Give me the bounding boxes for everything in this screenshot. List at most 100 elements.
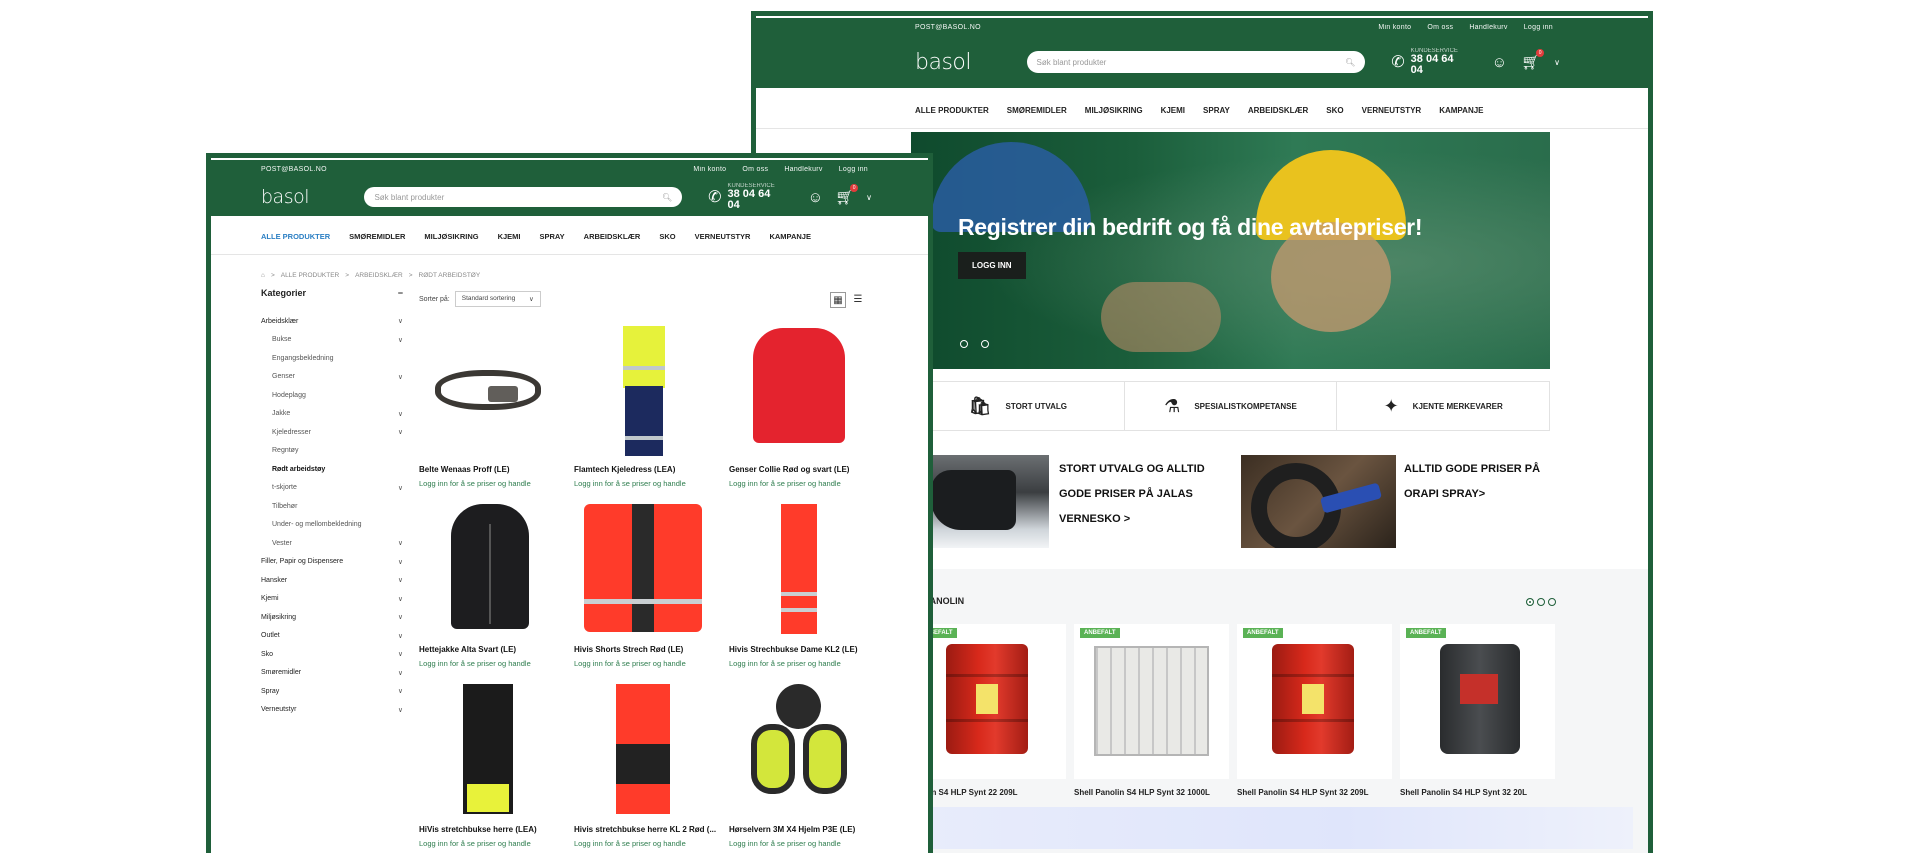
- product-image[interactable]: [568, 678, 718, 818]
- customer-service[interactable]: ✆ KUNDESERVICE 38 04 64 04: [1391, 48, 1468, 76]
- promo-jalas[interactable]: STORT UTVALG OG ALLTID GODE PRISER PÅ JA…: [911, 455, 1214, 548]
- nav-spray[interactable]: SPRAY: [1203, 106, 1230, 115]
- product-name[interactable]: Genser Collie Rød og svart (LE): [729, 465, 849, 474]
- product-card[interactable]: Genser Collie Rød og svart (LE) Logg inn…: [723, 318, 873, 488]
- chevron-down-icon[interactable]: ∨: [398, 576, 403, 584]
- nav-campaign[interactable]: KAMPANJE: [769, 232, 811, 241]
- product-name[interactable]: Hettejakke Alta Svart (LE): [419, 645, 516, 654]
- nav-chemicals[interactable]: KJEMI: [498, 232, 521, 241]
- collapse-icon[interactable]: −: [398, 288, 403, 298]
- product-name[interactable]: Belte Wenaas Proff (LE): [419, 465, 510, 474]
- login-price-link[interactable]: Logg inn for å se priser og handle: [729, 479, 841, 488]
- product-card[interactable]: Flamtech Kjeledress (LEA) Logg inn for å…: [568, 318, 718, 488]
- about-link[interactable]: Om oss: [1427, 24, 1453, 31]
- product-card[interactable]: ANBEFALT Shell Panolin S4 HLP Synt 32 10…: [1074, 624, 1229, 797]
- site-logo[interactable]: basol: [915, 50, 1027, 75]
- sidebar-category[interactable]: Tilbehør: [261, 497, 403, 516]
- breadcrumb-item[interactable]: ALLE PRODUKTER: [281, 272, 340, 279]
- nav-lubricants[interactable]: SMØREMIDLER: [349, 232, 405, 241]
- sidebar-category[interactable]: Filler, Papir og Dispensere ∨: [261, 553, 403, 572]
- chevron-down-icon[interactable]: ∨: [398, 687, 403, 695]
- user-icon[interactable]: ☺︎: [1492, 54, 1507, 71]
- hero-login-button[interactable]: LOGG INN: [958, 252, 1026, 279]
- nav-protective[interactable]: VERNEUTSTYR: [695, 232, 751, 241]
- chevron-down-icon[interactable]: ∨: [398, 428, 403, 436]
- product-name[interactable]: Hørselvern 3M X4 Hjelm P3E (LE): [729, 825, 855, 834]
- contact-email[interactable]: POST@BASOL.NO: [915, 24, 1378, 31]
- chevron-down-icon[interactable]: ∨: [398, 650, 403, 658]
- login-link[interactable]: Logg inn: [1524, 24, 1553, 31]
- cart-icon[interactable]: 🛒︎ 0: [835, 184, 859, 206]
- product-name[interactable]: Hivis Shorts Strech Rød (LE): [574, 645, 683, 654]
- about-link[interactable]: Om oss: [742, 166, 768, 173]
- chevron-down-icon[interactable]: ∨: [398, 558, 403, 566]
- product-card[interactable]: Belte Wenaas Proff (LE) Logg inn for å s…: [413, 318, 563, 488]
- sidebar-category[interactable]: Bukse ∨: [261, 331, 403, 350]
- nav-environment[interactable]: MILJØSIKRING: [424, 232, 478, 241]
- product-name[interactable]: Shell Panolin S4 HLP Synt 32 209L: [1237, 788, 1368, 797]
- chevron-down-icon[interactable]: ∨: [398, 706, 403, 714]
- nav-lubricants[interactable]: SMØREMIDLER: [1007, 106, 1067, 115]
- product-name[interactable]: Shell Panolin S4 HLP Synt 32 20L: [1400, 788, 1527, 797]
- hero-banner[interactable]: Registrer din bedrift og få dine avtalep…: [911, 132, 1550, 369]
- sidebar-category[interactable]: Jakke ∨: [261, 405, 403, 424]
- search-icon[interactable]: 🔍︎: [662, 193, 672, 202]
- carousel-dot-2[interactable]: [1537, 598, 1545, 606]
- hero-dot-2[interactable]: [981, 340, 989, 348]
- product-image[interactable]: [723, 318, 873, 458]
- cart-link[interactable]: Handlekurv: [1469, 24, 1507, 31]
- search-input[interactable]: Søk blant produkter 🔍︎: [364, 187, 683, 207]
- product-card[interactable]: Hivis Strechbukse Dame KL2 (LE) Logg inn…: [723, 498, 873, 668]
- nav-workwear[interactable]: ARBEIDSKLÆR: [584, 232, 641, 241]
- sidebar-category[interactable]: Regntøy: [261, 442, 403, 461]
- promo-line[interactable]: ORAPI SPRAY>: [1404, 482, 1556, 507]
- chevron-down-icon[interactable]: ∨: [398, 613, 403, 621]
- product-image[interactable]: [413, 678, 563, 818]
- login-price-link[interactable]: Logg inn for å se priser og handle: [419, 659, 531, 668]
- chevron-down-icon[interactable]: ∨: [398, 669, 403, 677]
- chevron-down-icon[interactable]: ∨: [398, 484, 403, 492]
- sidebar-category[interactable]: Spray ∨: [261, 682, 403, 701]
- product-name[interactable]: Flamtech Kjeledress (LEA): [574, 465, 675, 474]
- product-image[interactable]: [568, 318, 718, 458]
- sidebar-category[interactable]: t-skjorte ∨: [261, 479, 403, 498]
- nav-campaign[interactable]: KAMPANJE: [1439, 106, 1483, 115]
- sidebar-category[interactable]: Engangsbekledning: [261, 349, 403, 368]
- sidebar-category[interactable]: Kjemi ∨: [261, 590, 403, 609]
- my-account-link[interactable]: Min konto: [1378, 24, 1411, 31]
- sidebar-category[interactable]: Vester ∨: [261, 534, 403, 553]
- sidebar-category[interactable]: Smøremidler ∨: [261, 664, 403, 683]
- nav-protective[interactable]: VERNEUTSTYR: [1362, 106, 1422, 115]
- hero-dot-1[interactable]: [960, 340, 968, 348]
- product-card[interactable]: HiVis stretchbukse herre (LEA) Logg inn …: [413, 678, 563, 848]
- nav-shoes[interactable]: SKO: [1326, 106, 1343, 115]
- sort-select[interactable]: Standard sortering ∨: [454, 291, 541, 307]
- my-account-link[interactable]: Min konto: [693, 166, 726, 173]
- sidebar-category[interactable]: Miljøsikring ∨: [261, 608, 403, 627]
- chevron-down-icon[interactable]: ∨: [398, 317, 403, 325]
- nav-workwear[interactable]: ARBEIDSKLÆR: [1248, 106, 1308, 115]
- product-name[interactable]: Hivis Strechbukse Dame KL2 (LE): [729, 645, 857, 654]
- sidebar-category[interactable]: Arbeidsklær ∨: [261, 312, 403, 331]
- sidebar-category[interactable]: Rødt arbeidstøy: [261, 460, 403, 479]
- sidebar-category[interactable]: Verneutstyr ∨: [261, 701, 403, 720]
- chevron-down-icon[interactable]: ∨: [398, 539, 403, 547]
- product-name[interactable]: Shell Panolin S4 HLP Synt 32 1000L: [1074, 788, 1210, 797]
- chevron-down-icon[interactable]: ∨: [398, 595, 403, 603]
- product-card[interactable]: ANBEFALT Shell Panolin S4 HLP Synt 32 20…: [1400, 624, 1555, 797]
- product-card[interactable]: Hettejakke Alta Svart (LE) Logg inn for …: [413, 498, 563, 668]
- login-link[interactable]: Logg inn: [839, 166, 868, 173]
- login-price-link[interactable]: Logg inn for å se priser og handle: [729, 839, 841, 848]
- nav-environment[interactable]: MILJØSIKRING: [1085, 106, 1143, 115]
- chevron-down-icon[interactable]: ∨: [398, 632, 403, 640]
- chevron-down-icon[interactable]: ∨: [398, 410, 403, 418]
- carousel-dot-1[interactable]: [1526, 598, 1534, 606]
- product-image[interactable]: [723, 678, 873, 818]
- sidebar-category[interactable]: Outlet ∨: [261, 627, 403, 646]
- promo-line[interactable]: VERNESKO >: [1059, 507, 1214, 532]
- product-image[interactable]: [413, 318, 563, 458]
- home-icon[interactable]: ⌂: [261, 272, 265, 279]
- product-card[interactable]: ANBEFALT Shell Panolin S4 HLP Synt 32 20…: [1237, 624, 1392, 797]
- login-price-link[interactable]: Logg inn for å se priser og handle: [729, 659, 841, 668]
- nav-chemicals[interactable]: KJEMI: [1161, 106, 1185, 115]
